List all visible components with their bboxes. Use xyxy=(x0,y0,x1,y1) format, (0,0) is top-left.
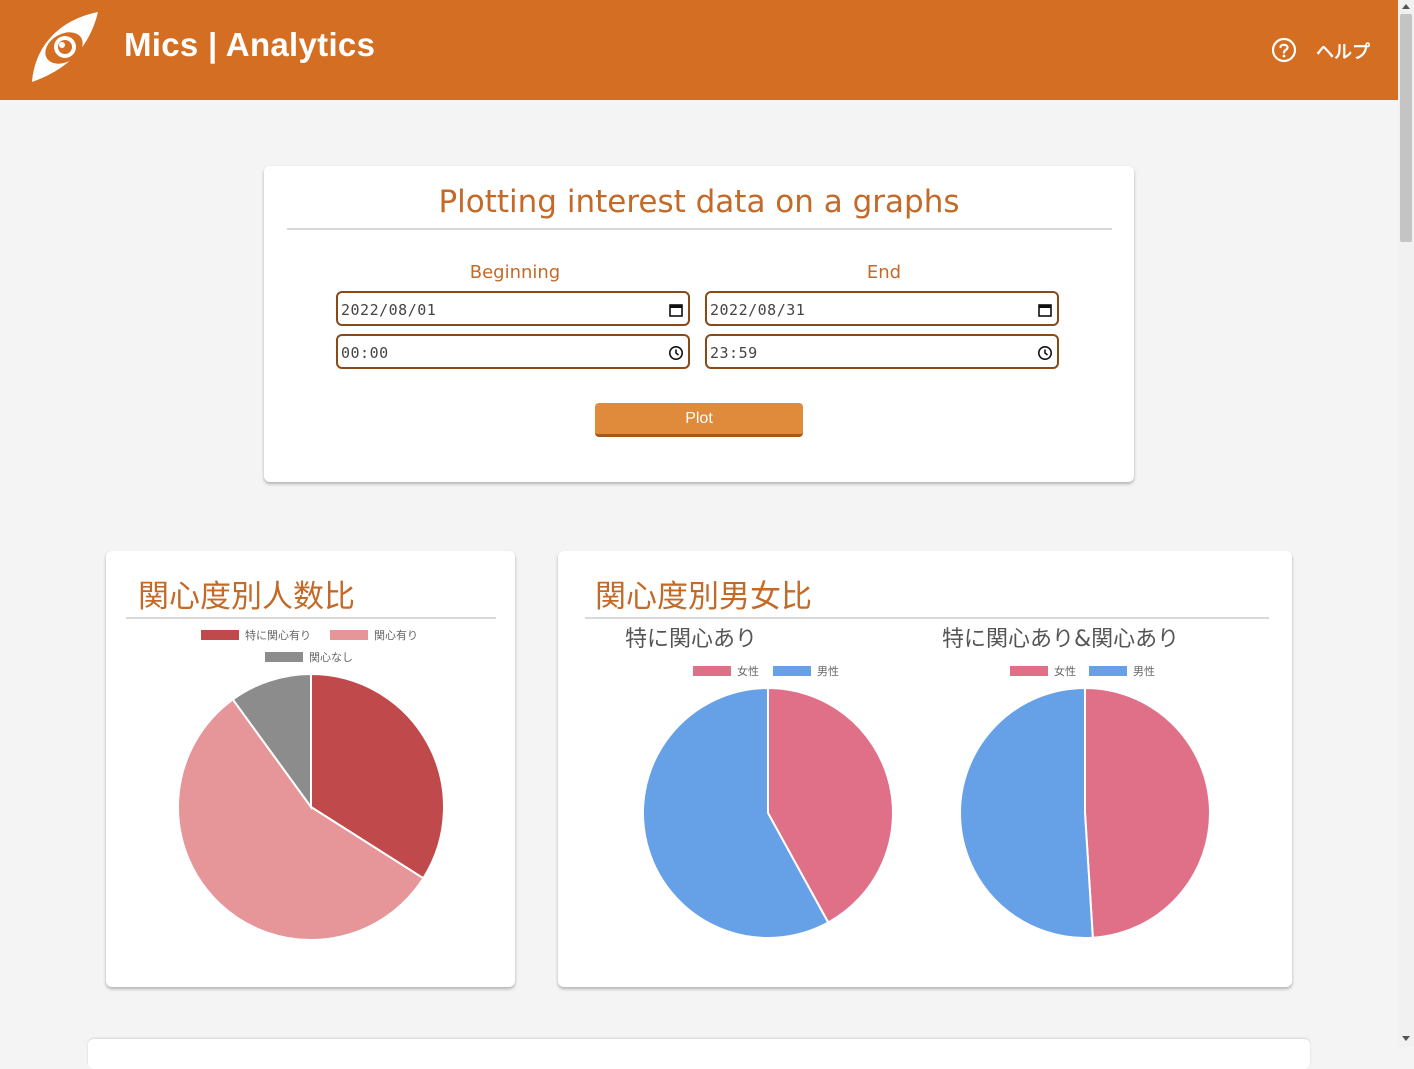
form-title: Plotting interest data on a graphs xyxy=(438,184,960,220)
clock-icon[interactable] xyxy=(668,345,684,361)
divider xyxy=(126,617,496,619)
legend-item[interactable]: 関心有り xyxy=(330,627,418,642)
legend-swatch xyxy=(1010,666,1048,676)
app-title: Mics | Analytics xyxy=(124,26,376,63)
gender-ratio-card: 関心度別男女比 特に関心あり 特に関心あり&関心あり 女性 男性 女性 男性 xyxy=(558,551,1292,987)
legend-label: 男性 xyxy=(1133,665,1155,678)
legend-swatch xyxy=(1089,666,1127,676)
scroll-down-arrow-icon[interactable] xyxy=(1402,1036,1410,1041)
left-pie-subtitle: 特に関心あり xyxy=(625,627,758,652)
eye-logo-icon[interactable] xyxy=(28,10,102,86)
legend-item[interactable]: 男性 xyxy=(773,663,839,678)
plot-button[interactable]: Plot xyxy=(595,403,803,437)
legend-swatch xyxy=(693,666,731,676)
divider xyxy=(287,228,1112,230)
end-date-value: 2022/08/31 xyxy=(710,301,806,319)
legend-item[interactable]: 男性 xyxy=(1089,663,1155,678)
legend-label: 女性 xyxy=(1054,665,1076,678)
scrollbar-thumb[interactable] xyxy=(1400,14,1412,242)
interest-ratio-card: 関心度別人数比 特に関心有り 関心有り 関心なし xyxy=(106,551,515,987)
interest-ratio-title: 関心度別人数比 xyxy=(138,579,355,615)
calendar-icon[interactable] xyxy=(668,302,684,318)
legend-item[interactable]: 関心なし xyxy=(265,649,353,664)
end-time-value: 23:59 xyxy=(710,344,758,362)
end-time-input[interactable]: 23:59 xyxy=(705,334,1059,369)
clock-icon[interactable] xyxy=(1037,345,1053,361)
legend-item[interactable]: 女性 xyxy=(693,663,759,678)
next-card-edge xyxy=(88,1039,1310,1069)
legend-swatch xyxy=(265,652,303,662)
begin-time-value: 00:00 xyxy=(341,344,389,362)
gender-pie-chart-strong-interest xyxy=(642,686,894,939)
legend-label: 男性 xyxy=(817,665,839,678)
end-label: End xyxy=(866,262,902,283)
legend-item[interactable]: 女性 xyxy=(1010,663,1076,678)
question-circle-icon[interactable] xyxy=(1270,36,1298,64)
begin-date-input[interactable]: 2022/08/01 xyxy=(336,291,690,326)
begin-date-value: 2022/08/01 xyxy=(341,301,437,319)
beginning-label: Beginning xyxy=(469,262,561,283)
help-link[interactable]: ヘルプ xyxy=(1316,38,1370,64)
scroll-up-arrow-icon[interactable] xyxy=(1402,4,1410,9)
divider xyxy=(585,617,1269,619)
legend-label: 女性 xyxy=(737,665,759,678)
begin-time-input[interactable]: 00:00 xyxy=(336,334,690,369)
legend-label: 関心有り xyxy=(374,629,418,642)
app-header: Mics | Analytics ヘルプ xyxy=(0,0,1398,100)
legend-label: 関心なし xyxy=(309,651,353,664)
vertical-scrollbar[interactable] xyxy=(1398,0,1414,1047)
legend-item[interactable]: 特に関心有り xyxy=(201,627,311,642)
gender-pie-chart-all-interest xyxy=(958,686,1211,939)
date-range-form-card: Plotting interest data on a graphs Begin… xyxy=(264,166,1134,482)
pie-slice[interactable] xyxy=(958,686,1094,939)
interest-pie-chart xyxy=(177,672,445,941)
calendar-icon[interactable] xyxy=(1037,302,1053,318)
pie-slice[interactable] xyxy=(1084,686,1211,939)
legend-swatch xyxy=(330,630,368,640)
legend-swatch xyxy=(773,666,811,676)
end-date-input[interactable]: 2022/08/31 xyxy=(705,291,1059,326)
right-pie-subtitle: 特に関心あり&関心あり xyxy=(942,627,1180,652)
gender-ratio-title: 関心度別男女比 xyxy=(595,579,812,615)
legend-label: 特に関心有り xyxy=(245,629,311,642)
legend-swatch xyxy=(201,630,239,640)
